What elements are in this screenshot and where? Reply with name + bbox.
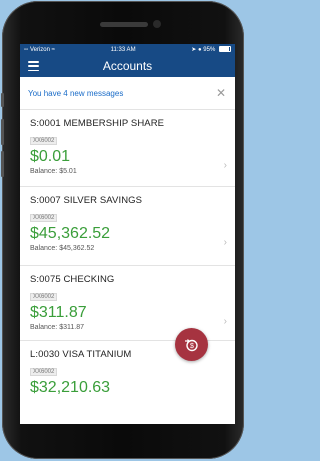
account-available-amount: $311.87 [30, 304, 87, 321]
location-icon: ➤ [191, 47, 197, 53]
balance-label: Balance: [30, 245, 58, 252]
speaker-grille [100, 22, 148, 27]
volume-up-button [1, 119, 4, 145]
navigation-bar: Accounts [20, 55, 235, 77]
carrier-label: Verizon [29, 46, 50, 53]
account-name: S:0001 MEMBERSHIP SHARE [30, 118, 165, 129]
account-card-checking[interactable]: S:0075 CHECKING XX6002 $311.87 Balance: … [20, 266, 235, 341]
balance-value: $311.87 [59, 324, 84, 331]
balance-value: $5.01 [59, 168, 77, 175]
account-available-amount: $32,210.63 [30, 379, 111, 396]
transfer-money-icon: $ [185, 339, 198, 352]
page-title: Accounts [102, 59, 153, 73]
transfer-money-button[interactable]: $ [175, 328, 208, 361]
close-icon[interactable]: ✕ [216, 87, 226, 99]
silent-switch [1, 93, 4, 107]
battery-icon [218, 46, 231, 53]
svg-text:$: $ [190, 343, 194, 350]
account-mask: XX6002 [30, 293, 58, 301]
battery-group: ➤ ● 95% [191, 46, 231, 53]
account-available-amount: $45,362.52 [30, 225, 111, 242]
account-mask: XX6002 [30, 137, 58, 145]
account-card-membership-share[interactable]: S:0001 MEMBERSHIP SHARE XX6002 $0.01 Bal… [20, 110, 235, 187]
app-screen: ▫▫ Verizon ≈ 11:33 AM ➤ ● 95% Accounts Y… [20, 44, 235, 424]
alarm-icon: ● [198, 47, 202, 53]
messages-banner[interactable]: You have 4 new messages ✕ [20, 77, 235, 110]
volume-down-button [1, 151, 4, 177]
messages-link[interactable]: You have 4 new messages [28, 89, 123, 98]
status-bar: ▫▫ Verizon ≈ 11:33 AM ➤ ● 95% [20, 44, 235, 55]
account-balance: Balance: $5.01 [30, 168, 225, 175]
battery-percent: 95% [203, 47, 216, 53]
account-card-silver-savings[interactable]: S:0007 SILVER SAVINGS XX6002 $45,362.52 … [20, 187, 235, 266]
chevron-right-icon: › [223, 237, 227, 248]
wifi-icon: ≈ [51, 46, 55, 53]
chevron-right-icon: › [223, 316, 227, 327]
account-name: S:0075 CHECKING [30, 274, 115, 285]
account-name: S:0007 SILVER SAVINGS [30, 195, 143, 206]
phone-frame: ▫▫ Verizon ≈ 11:33 AM ➤ ● 95% Accounts Y… [1, 1, 244, 459]
chevron-right-icon: › [223, 160, 227, 171]
balance-label: Balance: [30, 324, 58, 331]
clock: 11:33 AM [110, 46, 136, 53]
account-balance: Balance: $45,362.52 [30, 245, 225, 252]
balance-value: $45,362.52 [59, 245, 95, 252]
account-mask: XX6002 [30, 368, 58, 376]
front-camera [153, 20, 161, 28]
account-available-amount: $0.01 [30, 148, 71, 165]
signal-icon: ▫▫ [24, 46, 29, 53]
account-mask: XX6002 [30, 214, 58, 222]
carrier-group: ▫▫ Verizon ≈ [24, 47, 55, 53]
balance-label: Balance: [30, 168, 58, 175]
